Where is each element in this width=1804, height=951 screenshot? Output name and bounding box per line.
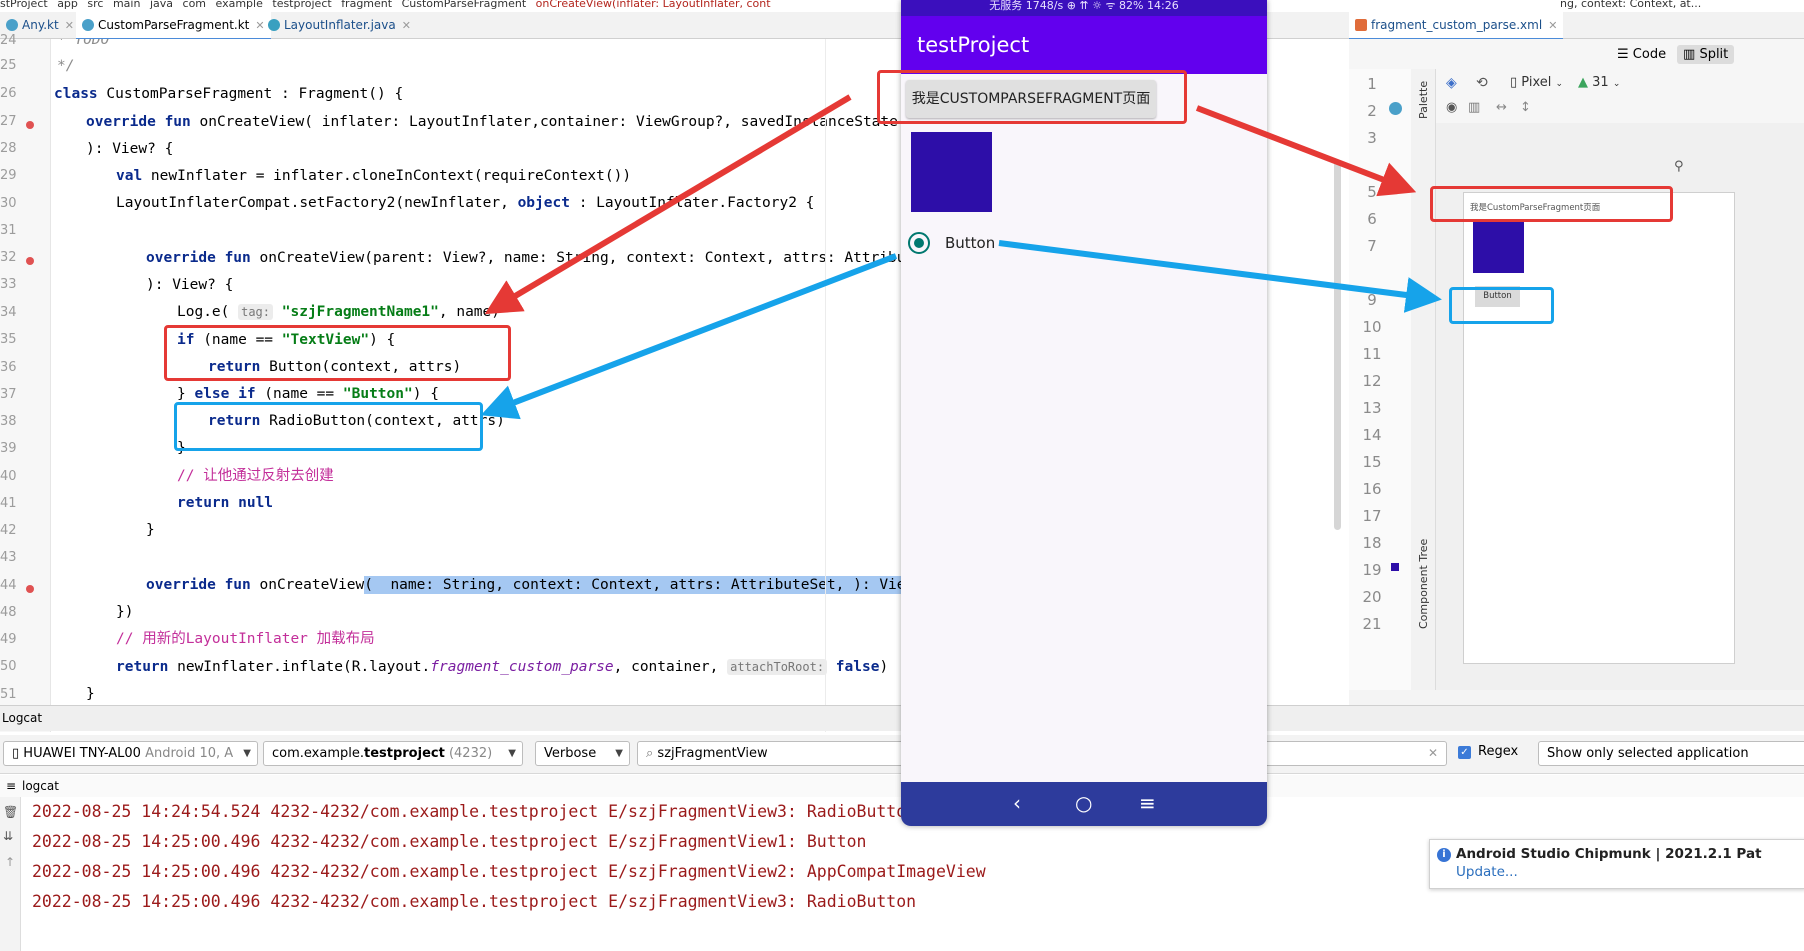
arrow-blue (998, 240, 1442, 313)
annotation-arrows (480, 94, 1442, 420)
arrow-red (1195, 105, 1417, 197)
update-link[interactable]: Update... (1456, 864, 1518, 880)
arrow-blue (480, 253, 898, 420)
arrow-red (484, 94, 852, 315)
info-icon: i (1437, 848, 1451, 862)
notification-title: Android Studio Chipmunk | 2021.2.1 Pat (1456, 846, 1762, 862)
